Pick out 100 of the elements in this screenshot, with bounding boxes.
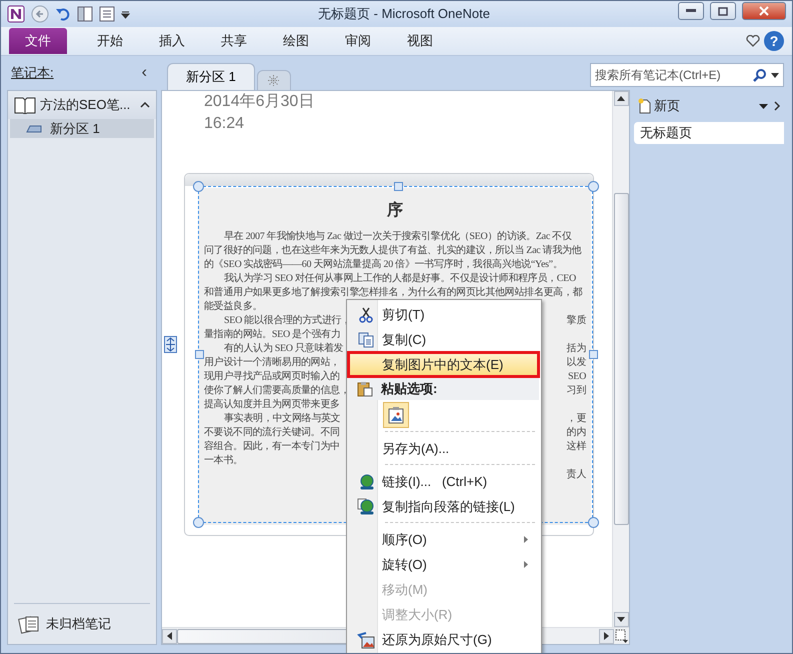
- scissors-icon: [359, 306, 373, 322]
- ribbon-tab[interactable]: 视图: [391, 28, 449, 54]
- paste-picture-button[interactable]: [383, 402, 409, 428]
- document-text: 习到: [566, 384, 586, 398]
- document-text: 问了很好的问题，也在这些年来为无数人提供了有益、扎实的建议，所以当 Zac 请我为他: [204, 244, 582, 258]
- document-text: 容组合。因此，有一本专门为中: [204, 440, 340, 454]
- app-logo-icon: [7, 5, 25, 23]
- section-tab[interactable]: 新分区 1: [167, 63, 255, 90]
- scroll-down-button[interactable]: [614, 612, 628, 627]
- caret-icon[interactable]: [759, 104, 768, 108]
- document-text: 括为: [566, 342, 586, 356]
- unfiled-notes-item[interactable]: 未归档笔记: [14, 603, 150, 644]
- notebook-icon: [14, 96, 36, 114]
- picture-arrow-icon: [357, 630, 375, 648]
- caret-icon[interactable]: [771, 72, 779, 78]
- window-title: 无标题页 - Microsoft OneNote: [317, 5, 491, 23]
- chevron-up-icon[interactable]: [140, 102, 150, 108]
- page-link-icon: [357, 498, 375, 516]
- document-text: 不要说不同的流行关键词。不同: [204, 426, 340, 440]
- resize-handle[interactable]: [588, 517, 599, 528]
- document-text: 的《SEO 实战密码——60 天网站流量提高 20 倍》一书写序时，我很高兴地说“Yes”。: [204, 258, 563, 272]
- search-icon[interactable]: [753, 68, 767, 82]
- scrollbar-thumb[interactable]: [614, 193, 628, 525]
- document-text: 这样: [566, 440, 586, 454]
- scroll-up-button[interactable]: [614, 91, 628, 106]
- document-text: 以发: [566, 356, 586, 370]
- document-text: 早在 2007 年我愉快地与 Zac 做过一次关于搜索引擎优化（SEO）的访谈。Zac 不仅: [224, 230, 572, 244]
- ribbon-tab[interactable]: 绘图: [267, 28, 325, 54]
- resize-handle[interactable]: [589, 350, 598, 359]
- menu-item[interactable]: 旋转(O): [349, 552, 539, 577]
- ribbon-tab[interactable]: 审阅: [329, 28, 387, 54]
- minimize-button[interactable]: [678, 2, 704, 20]
- undo-icon[interactable]: [55, 6, 71, 22]
- notes-stack-icon: [18, 614, 40, 634]
- menu-item[interactable]: 还原为原始尺寸(G): [349, 627, 539, 652]
- help-button[interactable]: ?: [764, 31, 784, 51]
- scroll-left-button[interactable]: [162, 628, 177, 644]
- notebook-name: 方法的SEO笔...: [40, 96, 132, 114]
- document-text: 量指南的网站。SEO 是个强有力: [204, 328, 341, 342]
- document-text: 现用户寻找产品或网页时输入的: [204, 370, 340, 384]
- document-text: 能受益良多。: [204, 300, 262, 314]
- resize-handle[interactable]: [193, 517, 204, 528]
- document-text: 擎质: [566, 314, 586, 328]
- page-setup-icon[interactable]: [614, 628, 629, 644]
- menu-item[interactable]: 顺序(O): [349, 527, 539, 552]
- maximize-button[interactable]: [710, 2, 736, 20]
- collapse-button[interactable]: ‹: [140, 64, 149, 82]
- clipboard-icon: [357, 380, 373, 396]
- ribbon-tab[interactable]: 开始: [81, 28, 139, 54]
- close-icon: [759, 6, 769, 16]
- search-field[interactable]: 搜索所有笔记本(Ctrl+E): [590, 63, 784, 87]
- left-arrow-icon: [167, 632, 172, 640]
- page-time: 16:24: [204, 114, 246, 134]
- close-button[interactable]: [742, 2, 786, 20]
- back-icon[interactable]: [31, 5, 49, 23]
- page-date: 2014年6月30日: [204, 92, 316, 112]
- document-title: 序: [386, 200, 404, 221]
- document-text: 和普通用户如果更多地了解搜索引擎怎样排名，为什么有的网页比其他网站排名更高，都: [204, 286, 582, 300]
- copy-icon: [358, 332, 374, 348]
- minimize-icon: [686, 9, 696, 13]
- document-text: 的内: [566, 426, 586, 440]
- document-text: 一本书。: [204, 454, 243, 468]
- paragraph-handle-icon[interactable]: [164, 336, 177, 353]
- heart-icon[interactable]: [746, 35, 760, 47]
- scroll-right-button[interactable]: [599, 628, 614, 644]
- notebooks-heading[interactable]: 笔记本:: [11, 64, 54, 82]
- document-text: 用户设计一个清晰易用的网站，: [204, 356, 340, 370]
- resize-handle[interactable]: [588, 181, 599, 192]
- document-text: 使你了解人们需要高质量的信息，: [204, 384, 350, 398]
- page-item[interactable]: 无标题页: [634, 122, 784, 144]
- document-text: SEO: [568, 370, 586, 384]
- file-tab[interactable]: 文件: [9, 28, 67, 54]
- document-text: 有的人认为 SEO 只意味着发: [224, 342, 344, 356]
- ribbon-tab[interactable]: 插入: [143, 28, 201, 54]
- picture-icon: [388, 406, 404, 424]
- document-text: 我认为学习 SEO 对任何从事网上工作的人都是好事。不仅是设计师和程序员，CEO: [224, 272, 576, 286]
- up-arrow-icon: [617, 96, 625, 101]
- resize-handle[interactable]: [394, 182, 403, 191]
- right-arrow-icon: [604, 632, 609, 640]
- document-text: 责人: [566, 468, 586, 482]
- dock-view-icon[interactable]: [77, 6, 93, 22]
- document-text: 事实表明，中文网络与英文: [224, 412, 340, 426]
- new-page-icon[interactable]: [638, 98, 652, 114]
- sparkle-icon: [268, 75, 280, 86]
- menu-section-header: 粘贴选项:: [381, 380, 438, 398]
- resize-handle[interactable]: [195, 350, 204, 359]
- section-icon: [26, 124, 42, 132]
- document-text: 提高认知度并且为网页带来更多: [204, 398, 340, 412]
- menu-item[interactable]: 复制指向段落的链接(L): [349, 494, 539, 519]
- maximize-icon: [718, 6, 728, 16]
- ribbon-tab[interactable]: 共享: [205, 28, 263, 54]
- document-text: ，更: [566, 412, 586, 426]
- section-item[interactable]: 新分区 1: [10, 119, 154, 138]
- menu-item[interactable]: 剪切(T): [349, 302, 539, 327]
- customize-caret-icon[interactable]: [121, 10, 130, 18]
- page-view-icon[interactable]: [99, 6, 115, 22]
- menu-item[interactable]: 复制(C): [349, 327, 539, 352]
- menu-item[interactable]: 链接(I)... (Ctrl+K): [349, 469, 539, 494]
- menu-item[interactable]: 另存为(A)...: [349, 436, 539, 461]
- new-page-link[interactable]: 新页: [654, 97, 680, 115]
